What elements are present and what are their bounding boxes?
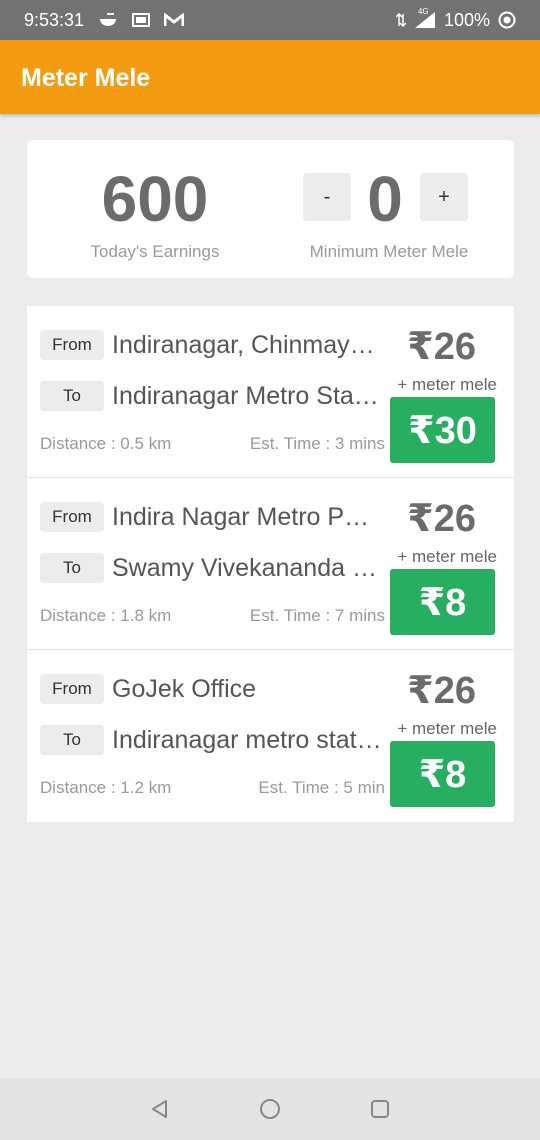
- from-tag: From: [40, 502, 104, 532]
- signal-icon: 4G: [414, 7, 436, 29]
- earnings-value: 600: [101, 163, 209, 235]
- fare: ₹26: [407, 498, 476, 540]
- meter-mele-label: + meter mele: [397, 547, 497, 566]
- summary-card: 600 Today's Earnings - 0 + Minimum Meter…: [27, 140, 514, 278]
- distance: Distance : 1.2 km: [40, 778, 172, 797]
- from-location: GoJek Office: [112, 675, 257, 703]
- distance: Distance : 1.8 km: [40, 606, 172, 625]
- data-arrows-icon: [395, 13, 406, 27]
- gsheet-icon: [132, 13, 151, 27]
- to-location: Indiranagar Metro Station: [112, 382, 382, 410]
- meter-mele-label: + meter mele: [397, 375, 497, 394]
- min-meter-mele-value: 0: [367, 163, 403, 235]
- decrement-button[interactable]: -: [303, 173, 351, 221]
- home-button[interactable]: [255, 1094, 285, 1124]
- earnings-label: Today's Earnings: [90, 242, 220, 261]
- bowl-icon: [98, 12, 118, 28]
- est-time: Est. Time : 3 mins: [249, 434, 385, 453]
- system-nav-bar: [0, 1078, 540, 1140]
- to-location: Indiranagar metro station: [112, 726, 382, 754]
- ride-list: From Indiranagar, Chinmaya Mission Hospi…: [27, 306, 514, 822]
- recents-button[interactable]: [365, 1094, 395, 1124]
- from-location: Indira Nagar Metro Parking: [112, 503, 382, 531]
- est-time: Est. Time : 5 min: [258, 778, 385, 797]
- ride-card[interactable]: From Indiranagar, Chinmaya Mission Hospi…: [27, 306, 514, 478]
- fare: ₹26: [407, 670, 476, 712]
- meter-mele-bonus[interactable]: ₹30: [390, 397, 495, 463]
- from-location: Indiranagar, Chinmaya Mission Hospital: [112, 331, 382, 359]
- to-location: Swamy Vivekananda Road: [112, 554, 382, 582]
- back-triangle-icon: [152, 1100, 167, 1118]
- to-tag: To: [40, 381, 104, 411]
- fare: ₹26: [407, 326, 476, 368]
- min-meter-mele-label: Minimum Meter Mele: [309, 242, 469, 261]
- recents-square-icon: [371, 1100, 389, 1118]
- app-title: Meter Mele: [21, 64, 151, 92]
- app-bar: Meter Mele: [0, 40, 540, 114]
- status-bar: 9:53:31 4G 100%: [0, 0, 540, 40]
- network-type: 4G: [417, 7, 429, 16]
- meter-mele-bonus[interactable]: ₹8: [390, 569, 495, 635]
- sync-icon: [498, 11, 516, 29]
- home-circle-icon: [260, 1099, 280, 1119]
- from-tag: From: [40, 330, 104, 360]
- back-button[interactable]: [145, 1094, 175, 1124]
- ride-card[interactable]: From GoJek Office To Indiranagar metro s…: [27, 650, 514, 822]
- distance: Distance : 0.5 km: [40, 434, 172, 453]
- battery-text: 100%: [443, 9, 490, 30]
- to-tag: To: [40, 553, 104, 583]
- meter-mele-label: + meter mele: [397, 719, 497, 738]
- ride-card[interactable]: From Indira Nagar Metro Parking To Swamy…: [27, 478, 514, 650]
- to-tag: To: [40, 725, 104, 755]
- from-tag: From: [40, 674, 104, 704]
- meter-mele-bonus[interactable]: ₹8: [390, 741, 495, 807]
- gmail-icon: [164, 13, 185, 27]
- est-time: Est. Time : 7 mins: [249, 606, 385, 625]
- status-time: 9:53:31: [24, 9, 85, 30]
- increment-button[interactable]: +: [420, 173, 468, 221]
